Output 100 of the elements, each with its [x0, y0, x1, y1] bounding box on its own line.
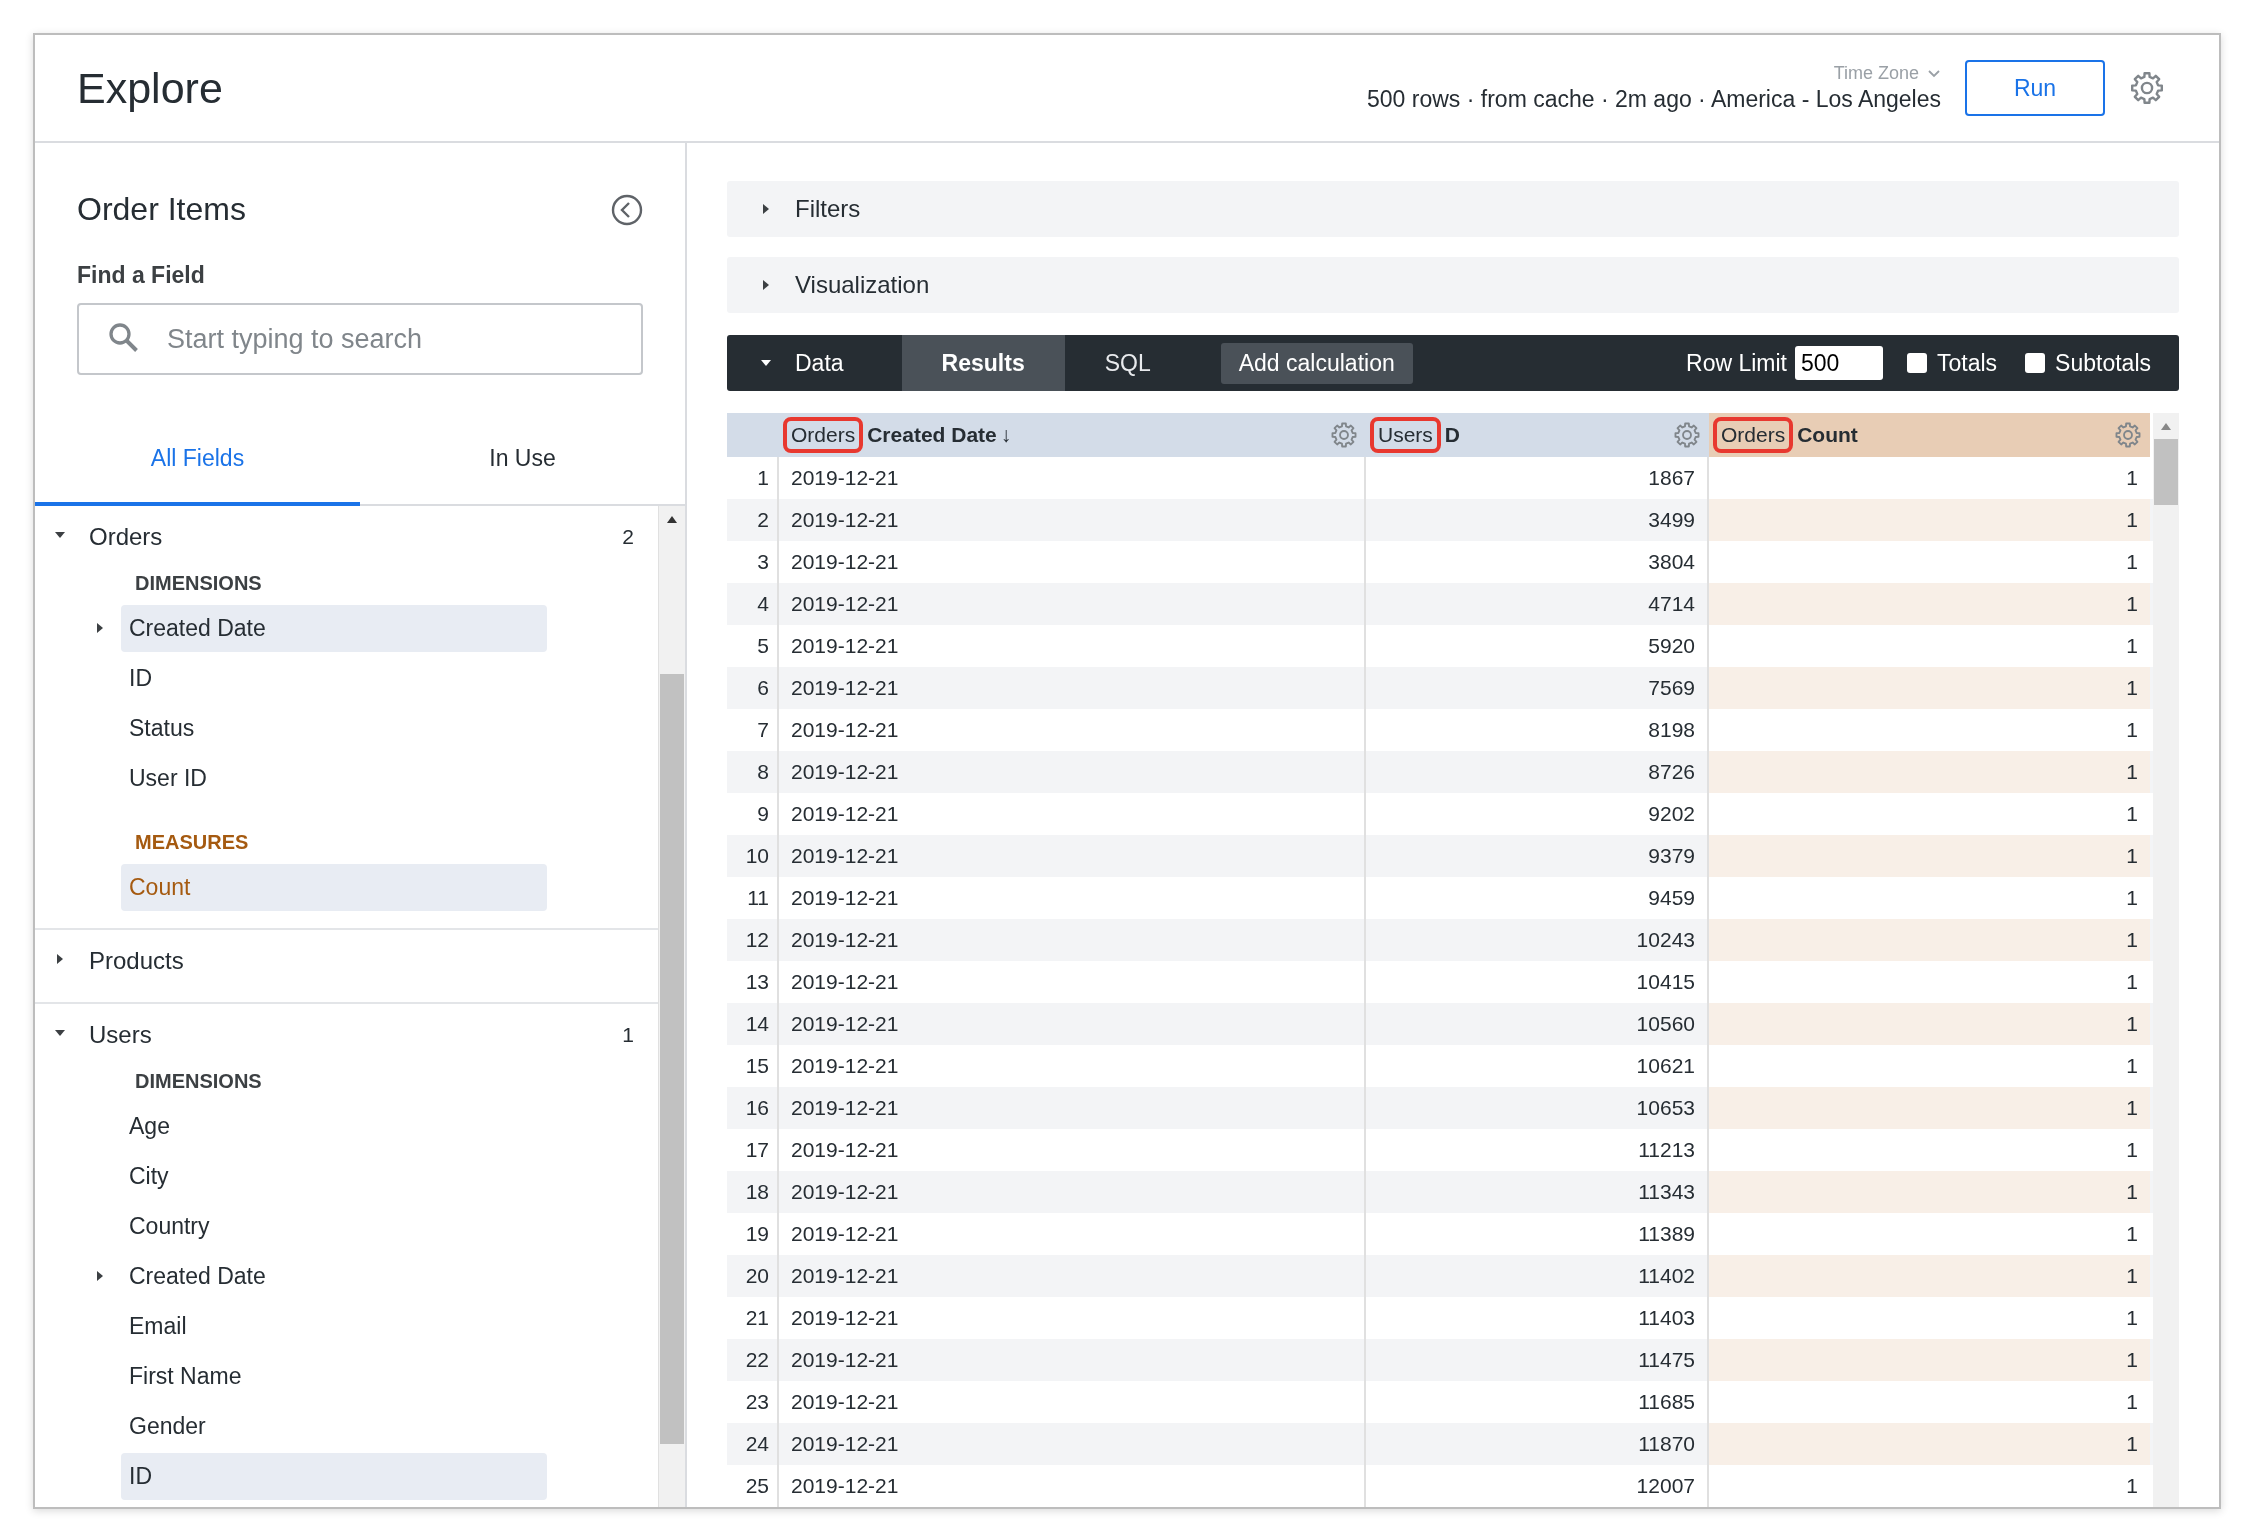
- row-number: 25: [727, 1465, 779, 1507]
- table-cell: 1: [1709, 583, 2150, 625]
- field-item[interactable]: First Name: [121, 1352, 547, 1400]
- section-heading: DIMENSIONS: [134, 571, 263, 596]
- field-item[interactable]: Email: [121, 1302, 547, 1350]
- view-name[interactable]: Users: [89, 1021, 601, 1049]
- view-name[interactable]: Products: [89, 947, 634, 975]
- table-cell: 1: [1709, 1339, 2150, 1381]
- collapsible-panel[interactable]: Filters: [727, 181, 2179, 237]
- sort-arrow: ↓: [1000, 423, 1012, 447]
- row-number: 16: [727, 1087, 779, 1129]
- row-number: 22: [727, 1339, 779, 1381]
- collapsible-panel[interactable]: Visualization: [727, 257, 2179, 313]
- field-item[interactable]: ID: [121, 654, 547, 702]
- table-cell: 2019-12-21: [779, 667, 1366, 709]
- data-tab[interactable]: Results: [901, 335, 1065, 391]
- field-item[interactable]: Status: [121, 704, 547, 752]
- field-item[interactable]: Count: [121, 863, 547, 911]
- row-limit-field[interactable]: 500: [1795, 346, 1883, 380]
- chevron-icon: [1927, 68, 1941, 79]
- table-cell: 2019-12-21: [779, 1003, 1366, 1045]
- table-cell: 2019-12-21: [779, 499, 1366, 541]
- table-cell: 2019-12-21: [779, 1339, 1366, 1381]
- table-cell-text: 1: [2125, 1137, 2139, 1163]
- row-number: 18: [727, 1171, 779, 1213]
- table-cell: 12007: [1366, 1465, 1709, 1507]
- header-corner: [727, 413, 779, 457]
- table-cell-text: 1: [2125, 1053, 2139, 1079]
- view-label: Orders: [1713, 417, 1794, 453]
- column-header[interactable]: Orders Created Date ↓: [779, 413, 1366, 457]
- data-toggle[interactable]: Data: [727, 349, 902, 377]
- table-cell: 1: [1709, 1171, 2150, 1213]
- field-item[interactable]: ID: [121, 1452, 547, 1500]
- row-limit-label: Row Limit: [1686, 349, 1787, 377]
- scroll-up-icon[interactable]: [665, 514, 679, 524]
- table-cell: 1: [1709, 835, 2150, 877]
- run-button[interactable]: Run: [1965, 60, 2105, 116]
- table-cell: 2019-12-21: [779, 1255, 1366, 1297]
- table-cell: 1: [1709, 751, 2150, 793]
- table-cell: 2019-12-21: [779, 919, 1366, 961]
- scroll-thumb[interactable]: [2154, 439, 2178, 505]
- table-cell-text: 1: [2125, 1221, 2139, 1247]
- view-name[interactable]: Orders: [89, 523, 601, 551]
- search-field[interactable]: Start typing to search: [77, 303, 643, 375]
- page-title: Explore: [77, 63, 224, 113]
- table-cell-text: 1: [2125, 1389, 2139, 1415]
- field-count: 2: [622, 525, 634, 549]
- table-cell: 2019-12-21: [779, 1465, 1366, 1507]
- table-cell: 1: [1709, 1255, 2150, 1297]
- panel-label: Filters: [795, 195, 861, 223]
- table-cell: 1: [1709, 1087, 2150, 1129]
- view-label: Users: [1370, 417, 1441, 453]
- row-number: 10: [727, 835, 779, 877]
- checkbox[interactable]: [1907, 353, 1927, 373]
- scrollbar[interactable]: [658, 506, 685, 1507]
- scroll-thumb[interactable]: [660, 674, 684, 1444]
- table-cell-text: 1: [2125, 801, 2139, 827]
- table-cell: 2019-12-21: [779, 1423, 1366, 1465]
- collapse-icon[interactable]: [611, 193, 643, 226]
- field-tab[interactable]: In Use: [360, 435, 685, 506]
- table-cell: 2019-12-21: [779, 835, 1366, 877]
- table-cell: 1: [1709, 1003, 2150, 1045]
- scrollbar[interactable]: [2153, 413, 2179, 1507]
- field-item[interactable]: Gender: [121, 1402, 547, 1450]
- field-item[interactable]: Country: [121, 1202, 547, 1250]
- row-number: 4: [727, 583, 779, 625]
- section-heading: DIMENSIONS: [134, 1069, 263, 1094]
- data-label: Data: [795, 349, 844, 377]
- checkbox[interactable]: [2025, 353, 2046, 373]
- checkbox-label: Totals: [1937, 349, 1998, 377]
- field-item[interactable]: Age: [121, 1102, 547, 1150]
- table-cell: 1: [1709, 499, 2150, 541]
- field-item[interactable]: City: [121, 1152, 547, 1200]
- settings-icon[interactable]: [1673, 421, 1701, 449]
- section-heading: MEASURES: [134, 830, 250, 855]
- explore-name: Order Items: [77, 191, 246, 228]
- field-item[interactable]: User ID: [121, 754, 547, 802]
- row-number: 24: [727, 1423, 779, 1465]
- row-number: 6: [727, 667, 779, 709]
- field-tab[interactable]: All Fields: [35, 435, 360, 506]
- find-field-label: Find a Field: [76, 261, 206, 290]
- field-label: Count: [1797, 423, 1858, 447]
- table-cell: 1: [1709, 667, 2150, 709]
- row-number: 12: [727, 919, 779, 961]
- data-tab[interactable]: SQL: [1064, 335, 1191, 391]
- field-label: Created Date: [867, 423, 997, 447]
- add-calculation-button[interactable]: Add calculation: [1220, 342, 1413, 384]
- table-cell-text: 1: [2125, 1305, 2139, 1331]
- table-cell: 2019-12-21: [779, 1171, 1366, 1213]
- field-count: 1: [622, 1023, 634, 1047]
- row-number: 20: [727, 1255, 779, 1297]
- column-header[interactable]: Users D: [1366, 413, 1709, 457]
- table-cell-text: 1: [2125, 717, 2139, 743]
- settings-icon[interactable]: [2129, 70, 2165, 106]
- settings-icon[interactable]: [1330, 421, 1358, 449]
- column-header[interactable]: Orders Count: [1709, 413, 2150, 457]
- field-item[interactable]: Created Date: [121, 1252, 547, 1300]
- field-item[interactable]: Created Date: [121, 604, 547, 652]
- table-cell-text: 1: [2125, 885, 2139, 911]
- row-number: 8: [727, 751, 779, 793]
